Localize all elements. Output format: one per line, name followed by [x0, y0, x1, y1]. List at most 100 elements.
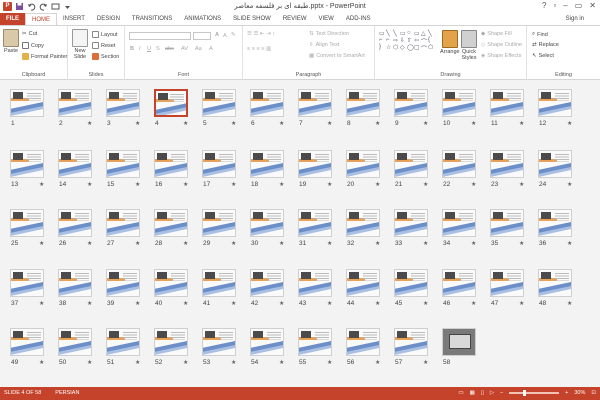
- slide-transition-icon[interactable]: ★: [135, 300, 140, 307]
- slide-thumbnail[interactable]: [538, 150, 572, 178]
- restore-button[interactable]: ▭: [575, 1, 583, 10]
- slide-counter[interactable]: SLIDE 4 OF 58: [4, 390, 41, 396]
- slide-transition-icon[interactable]: ★: [567, 181, 572, 188]
- slide-thumbnail[interactable]: [442, 269, 476, 297]
- slide-thumbnail[interactable]: [58, 150, 92, 178]
- slide-thumbnail[interactable]: [10, 328, 44, 356]
- slide-transition-icon[interactable]: ★: [567, 120, 572, 127]
- slide-transition-icon[interactable]: ★: [279, 240, 284, 247]
- slide-thumbnail[interactable]: [10, 150, 44, 178]
- slide-thumbnail[interactable]: [346, 328, 380, 356]
- sign-in-link[interactable]: Sign in: [566, 13, 584, 25]
- slide-transition-icon[interactable]: ★: [87, 300, 92, 307]
- slide-thumbnail[interactable]: [58, 89, 92, 117]
- slide-thumbnail[interactable]: [394, 150, 428, 178]
- format-painter-button[interactable]: Format Painter: [22, 53, 67, 60]
- reset-button[interactable]: Reset: [92, 42, 115, 49]
- slide-thumbnail[interactable]: [538, 269, 572, 297]
- shrink-font-button[interactable]: A: [223, 33, 227, 39]
- slide-thumbnail[interactable]: [106, 209, 140, 237]
- slide-sorter-view-icon[interactable]: ▦: [470, 390, 475, 396]
- fit-to-window-icon[interactable]: ⊡: [591, 390, 596, 396]
- slide-transition-icon[interactable]: ★: [87, 240, 92, 247]
- slide-transition-icon[interactable]: ★: [279, 359, 284, 366]
- char-spacing-icon[interactable]: AV: [181, 46, 188, 52]
- slide-transition-icon[interactable]: ★: [519, 300, 524, 307]
- slide-thumbnail[interactable]: [154, 89, 188, 117]
- slide-transition-icon[interactable]: ★: [183, 359, 188, 366]
- slide-thumbnail[interactable]: [202, 269, 236, 297]
- zoom-out-button[interactable]: –: [500, 390, 503, 396]
- minimize-button[interactable]: –: [563, 1, 567, 10]
- slide-thumbnail[interactable]: [394, 269, 428, 297]
- tab-view[interactable]: VIEW: [313, 13, 340, 25]
- slide-thumbnail[interactable]: [202, 209, 236, 237]
- slide-transition-icon[interactable]: ★: [519, 181, 524, 188]
- align-icons[interactable]: ≡ ≡ ≡ ≡ ▥: [247, 46, 271, 52]
- slideshow-view-icon[interactable]: ▷: [490, 390, 494, 396]
- arrange-button[interactable]: Arrange: [440, 30, 460, 55]
- slide-transition-icon[interactable]: ★: [519, 120, 524, 127]
- slide-transition-icon[interactable]: ★: [423, 359, 428, 366]
- slide-transition-icon[interactable]: ★: [423, 120, 428, 127]
- slide-thumbnail[interactable]: [490, 269, 524, 297]
- slide-transition-icon[interactable]: ★: [567, 240, 572, 247]
- slide-thumbnail[interactable]: [442, 328, 476, 356]
- slide-thumbnail[interactable]: [346, 269, 380, 297]
- slide-thumbnail[interactable]: [394, 89, 428, 117]
- slide-thumbnail[interactable]: [298, 89, 332, 117]
- slide-thumbnail[interactable]: [106, 328, 140, 356]
- slide-thumbnail[interactable]: [298, 209, 332, 237]
- slide-thumbnail[interactable]: [202, 89, 236, 117]
- slide-transition-icon[interactable]: ★: [231, 359, 236, 366]
- slide-transition-icon[interactable]: ★: [375, 181, 380, 188]
- slide-thumbnail[interactable]: [58, 328, 92, 356]
- slide-transition-icon[interactable]: ★: [39, 300, 44, 307]
- slide-transition-icon[interactable]: ★: [423, 181, 428, 188]
- slide-transition-icon[interactable]: ★: [423, 240, 428, 247]
- bold-button[interactable]: B: [130, 46, 134, 52]
- align-text-button[interactable]: ⇳ Align Text: [309, 42, 339, 48]
- slide-transition-icon[interactable]: ★: [471, 120, 476, 127]
- slide-thumbnail[interactable]: [298, 328, 332, 356]
- tab-review[interactable]: REVIEW: [277, 13, 313, 25]
- new-slide-button[interactable]: New Slide: [71, 29, 89, 60]
- slide-thumbnail[interactable]: [58, 209, 92, 237]
- slide-thumbnail[interactable]: [538, 89, 572, 117]
- slide-thumbnail[interactable]: [490, 89, 524, 117]
- slide-thumbnail[interactable]: [202, 150, 236, 178]
- slide-transition-icon[interactable]: ★: [87, 181, 92, 188]
- slide-thumbnail[interactable]: [394, 328, 428, 356]
- language-indicator[interactable]: PERSIAN: [55, 390, 79, 396]
- slide-transition-icon[interactable]: ★: [279, 300, 284, 307]
- tab-animations[interactable]: ANIMATIONS: [178, 13, 227, 25]
- slide-thumbnail[interactable]: [346, 209, 380, 237]
- slide-transition-icon[interactable]: ★: [375, 300, 380, 307]
- slide-thumbnail[interactable]: [58, 269, 92, 297]
- zoom-in-button[interactable]: +: [565, 390, 568, 396]
- slide-transition-icon[interactable]: ★: [183, 181, 188, 188]
- zoom-slider[interactable]: [509, 390, 560, 396]
- slide-thumbnail[interactable]: [154, 150, 188, 178]
- slide-thumbnail[interactable]: [490, 209, 524, 237]
- slide-transition-icon[interactable]: ★: [87, 120, 92, 127]
- slide-thumbnail[interactable]: [250, 209, 284, 237]
- slide-thumbnail[interactable]: [10, 209, 44, 237]
- slide-thumbnail[interactable]: [250, 150, 284, 178]
- shape-fill-button[interactable]: ◆ Shape Fill: [481, 31, 512, 37]
- slide-transition-icon[interactable]: ★: [279, 181, 284, 188]
- slide-thumbnail[interactable]: [442, 209, 476, 237]
- slide-thumbnail[interactable]: [202, 328, 236, 356]
- slide-transition-icon[interactable]: ★: [135, 120, 140, 127]
- slide-transition-icon[interactable]: ★: [279, 120, 284, 127]
- font-color-icon[interactable]: A: [209, 46, 213, 52]
- underline-button[interactable]: U: [147, 46, 151, 52]
- slide-transition-icon[interactable]: ★: [471, 300, 476, 307]
- slide-thumbnail[interactable]: [154, 269, 188, 297]
- slide-transition-icon[interactable]: ★: [87, 359, 92, 366]
- slide-thumbnail[interactable]: [154, 328, 188, 356]
- strikethrough-button[interactable]: abc: [165, 46, 174, 52]
- quick-styles-button[interactable]: Quick Styles: [461, 30, 477, 61]
- zoom-slider-knob[interactable]: [523, 390, 527, 396]
- replace-button[interactable]: ⇄ Replace: [532, 42, 559, 48]
